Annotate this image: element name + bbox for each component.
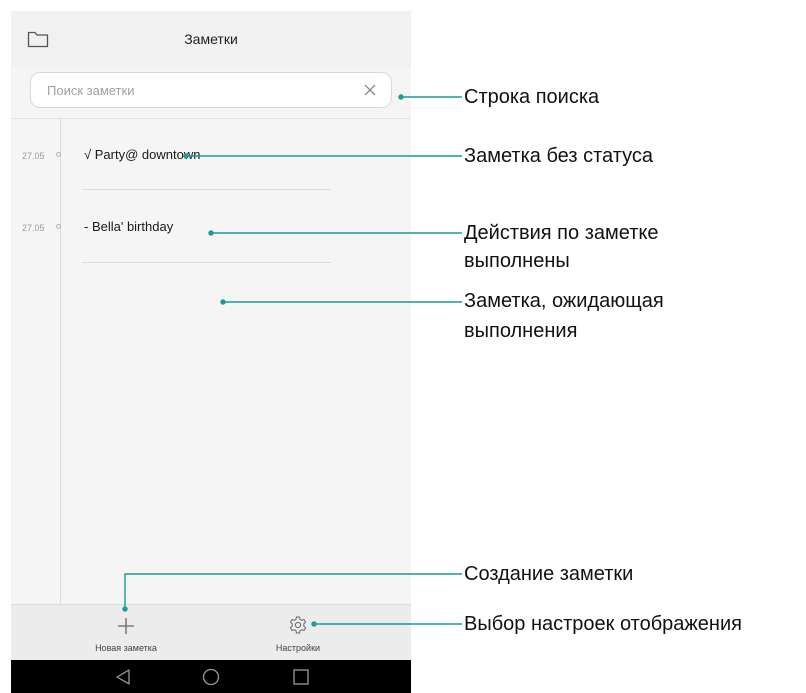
callout-note-pending-line2: выполнения [464, 320, 578, 342]
callout-leaders [122, 94, 462, 627]
leader-dot [183, 153, 189, 159]
callout-search-bar: Строка поиска [464, 86, 600, 108]
leader-dot [220, 299, 226, 305]
leader-line [124, 573, 462, 609]
leader-dot [398, 94, 404, 100]
callout-note-no-status: Заметка без статуса [464, 145, 653, 167]
callout-note-pending-line1: Заметка, ожидающая [464, 290, 664, 312]
leader-dot [311, 621, 317, 627]
callout-note-done-line1: Действия по заметке [464, 222, 659, 244]
callout-create-note: Создание заметки [464, 563, 634, 585]
leader-dot [122, 606, 128, 612]
leader-dot [208, 230, 214, 236]
callout-note-done-line2: выполнены [464, 250, 570, 272]
callout-display-settings: Выбор настроек отображения [464, 613, 742, 635]
